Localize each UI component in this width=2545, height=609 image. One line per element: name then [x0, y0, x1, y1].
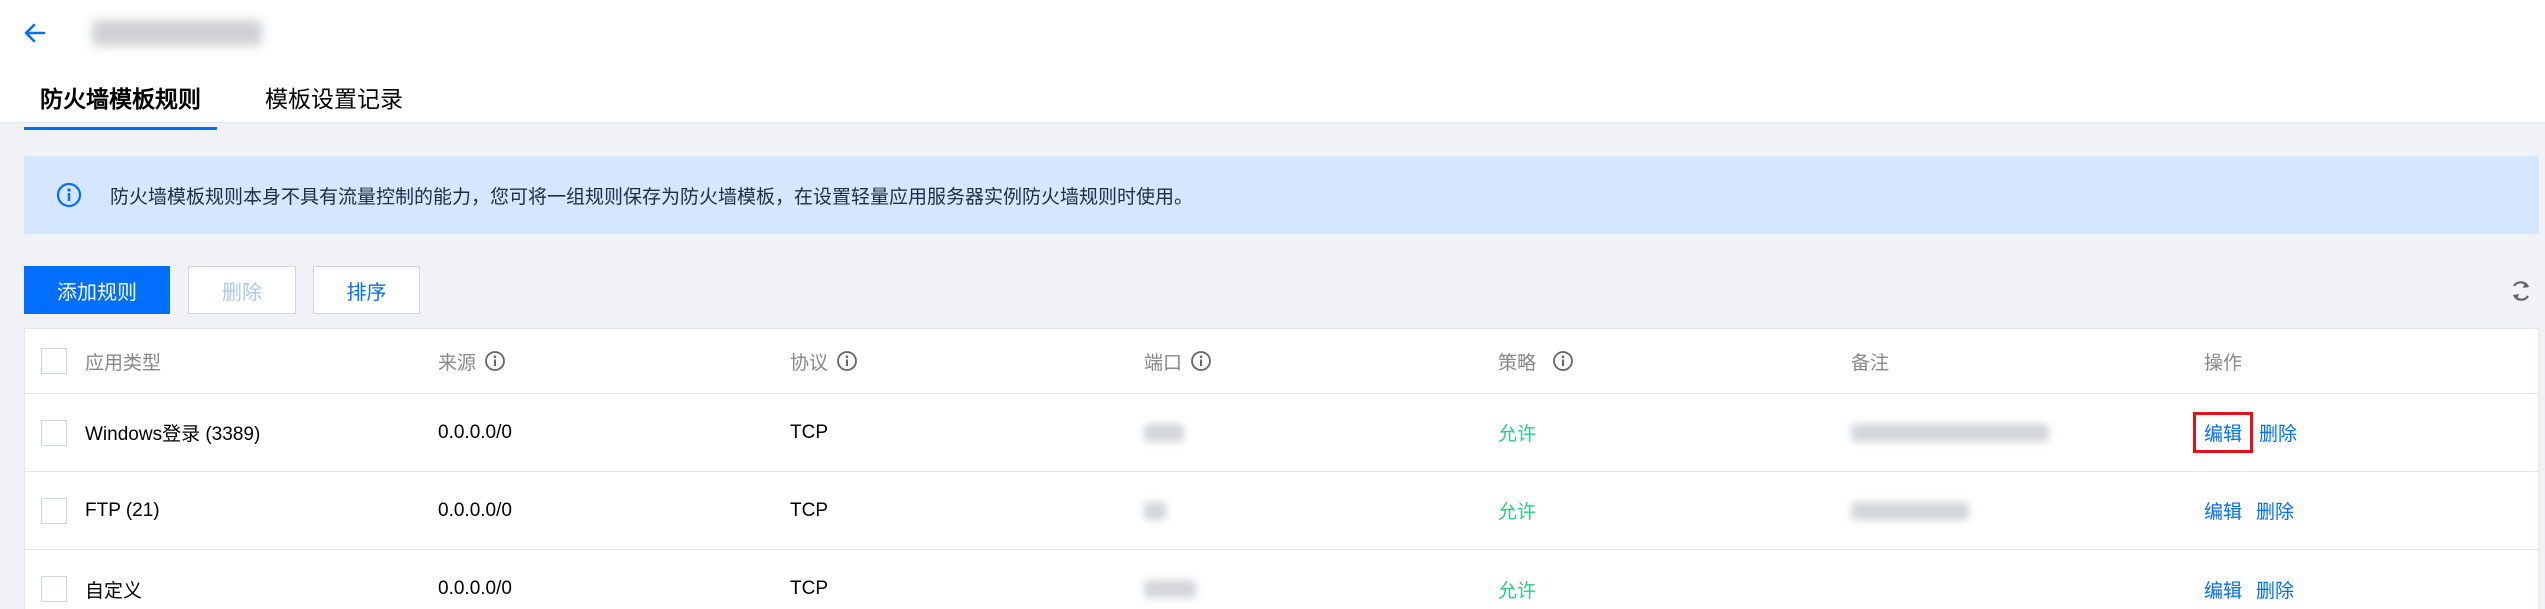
- rules-table: 应用类型 来源 协议 端口 策略 备注 操作 Windows登录 (3389) …: [24, 328, 2539, 609]
- tab-template-settings-log[interactable]: 模板设置记录: [249, 82, 419, 123]
- redacted-template-name: [92, 20, 262, 46]
- edit-link[interactable]: 编辑: [2193, 412, 2254, 453]
- redacted-port: [1144, 580, 1196, 598]
- tab-bar: 防火墙模板规则 模板设置记录: [24, 82, 419, 130]
- row-protocol: TCP: [790, 578, 828, 599]
- row-policy: 允许: [1498, 580, 1537, 602]
- column-header-type: 应用类型: [85, 352, 162, 374]
- column-header-protocol: 协议: [790, 329, 858, 393]
- row-protocol: TCP: [790, 499, 828, 521]
- page: 防火墙模板规则 模板设置记录 防火墙模板规则本身不具有流量控制的能力，您可将一组…: [0, 0, 2545, 609]
- tab-firewall-template-rules[interactable]: 防火墙模板规则: [24, 82, 217, 130]
- info-notice: 防火墙模板规则本身不具有流量控制的能力，您可将一组规则保存为防火墙模板，在设置轻…: [24, 156, 2539, 234]
- column-header-protocol-label: 协议: [790, 352, 829, 374]
- row-checkbox[interactable]: [41, 497, 67, 524]
- delete-link[interactable]: 删除: [2256, 497, 2294, 524]
- row-type: FTP (21): [85, 499, 160, 521]
- help-icon[interactable]: [836, 350, 858, 372]
- delete-link[interactable]: 删除: [2256, 576, 2294, 603]
- row-checkbox[interactable]: [41, 419, 67, 446]
- row-source: 0.0.0.0/0: [438, 421, 512, 443]
- redacted-note: [1851, 501, 1969, 520]
- edit-link[interactable]: 编辑: [2204, 576, 2242, 603]
- delete-button: 删除: [188, 266, 296, 314]
- row-port: [1144, 472, 1166, 549]
- edit-link[interactable]: 编辑: [2204, 497, 2242, 524]
- column-header-policy: 策略: [1498, 329, 1574, 393]
- arrow-left-icon: [24, 23, 46, 43]
- row-note: [1851, 394, 2049, 471]
- column-header-note: 备注: [1851, 352, 1890, 374]
- table-row: FTP (21) 0.0.0.0/0 TCP 允许 编辑 删除: [25, 472, 2538, 550]
- toolbar: 添加规则 删除 排序: [24, 266, 420, 314]
- redacted-port: [1144, 501, 1166, 520]
- table-row: 自定义 0.0.0.0/0 TCP 允许 编辑 删除: [25, 550, 2538, 609]
- row-actions: 编辑 删除: [2204, 550, 2294, 609]
- row-type: 自定义: [85, 580, 143, 602]
- notice-text: 防火墙模板规则本身不具有流量控制的能力，您可将一组规则保存为防火墙模板，在设置轻…: [110, 186, 1194, 208]
- row-type: Windows登录 (3389): [85, 424, 261, 445]
- sort-button[interactable]: 排序: [313, 266, 420, 314]
- row-port: [1144, 550, 1196, 609]
- column-header-actions: 操作: [2204, 352, 2243, 374]
- row-port: [1144, 394, 1184, 471]
- back-button[interactable]: [20, 18, 50, 48]
- row-source: 0.0.0.0/0: [438, 578, 512, 599]
- row-note: [1851, 472, 1969, 549]
- add-rule-button[interactable]: 添加规则: [24, 266, 170, 314]
- select-all-checkbox[interactable]: [41, 348, 67, 374]
- row-checkbox[interactable]: [41, 576, 67, 602]
- page-header: 防火墙模板规则 模板设置记录: [0, 0, 2545, 130]
- table-row: Windows登录 (3389) 0.0.0.0/0 TCP 允许 编辑 删除: [25, 394, 2538, 472]
- row-actions: 编辑 删除: [2193, 394, 2297, 471]
- column-header-source-label: 来源: [438, 352, 477, 374]
- help-icon[interactable]: [484, 350, 506, 372]
- help-icon[interactable]: [1190, 350, 1212, 372]
- table-header: 应用类型 来源 协议 端口 策略 备注 操作: [25, 329, 2538, 394]
- column-header-source: 来源: [438, 329, 506, 393]
- row-actions: 编辑 删除: [2204, 472, 2294, 549]
- refresh-icon[interactable]: [2508, 278, 2534, 304]
- row-source: 0.0.0.0/0: [438, 499, 512, 521]
- row-policy: 允许: [1498, 502, 1537, 523]
- delete-link[interactable]: 删除: [2259, 419, 2297, 446]
- column-header-port: 端口: [1144, 329, 1212, 393]
- help-icon[interactable]: [1552, 350, 1574, 372]
- row-policy: 允许: [1498, 424, 1537, 445]
- column-header-port-label: 端口: [1144, 352, 1183, 374]
- info-icon: [56, 182, 82, 208]
- redacted-port: [1144, 423, 1184, 442]
- redacted-note: [1851, 423, 2049, 442]
- column-header-policy-label: 策略: [1498, 352, 1537, 374]
- row-protocol: TCP: [790, 421, 828, 443]
